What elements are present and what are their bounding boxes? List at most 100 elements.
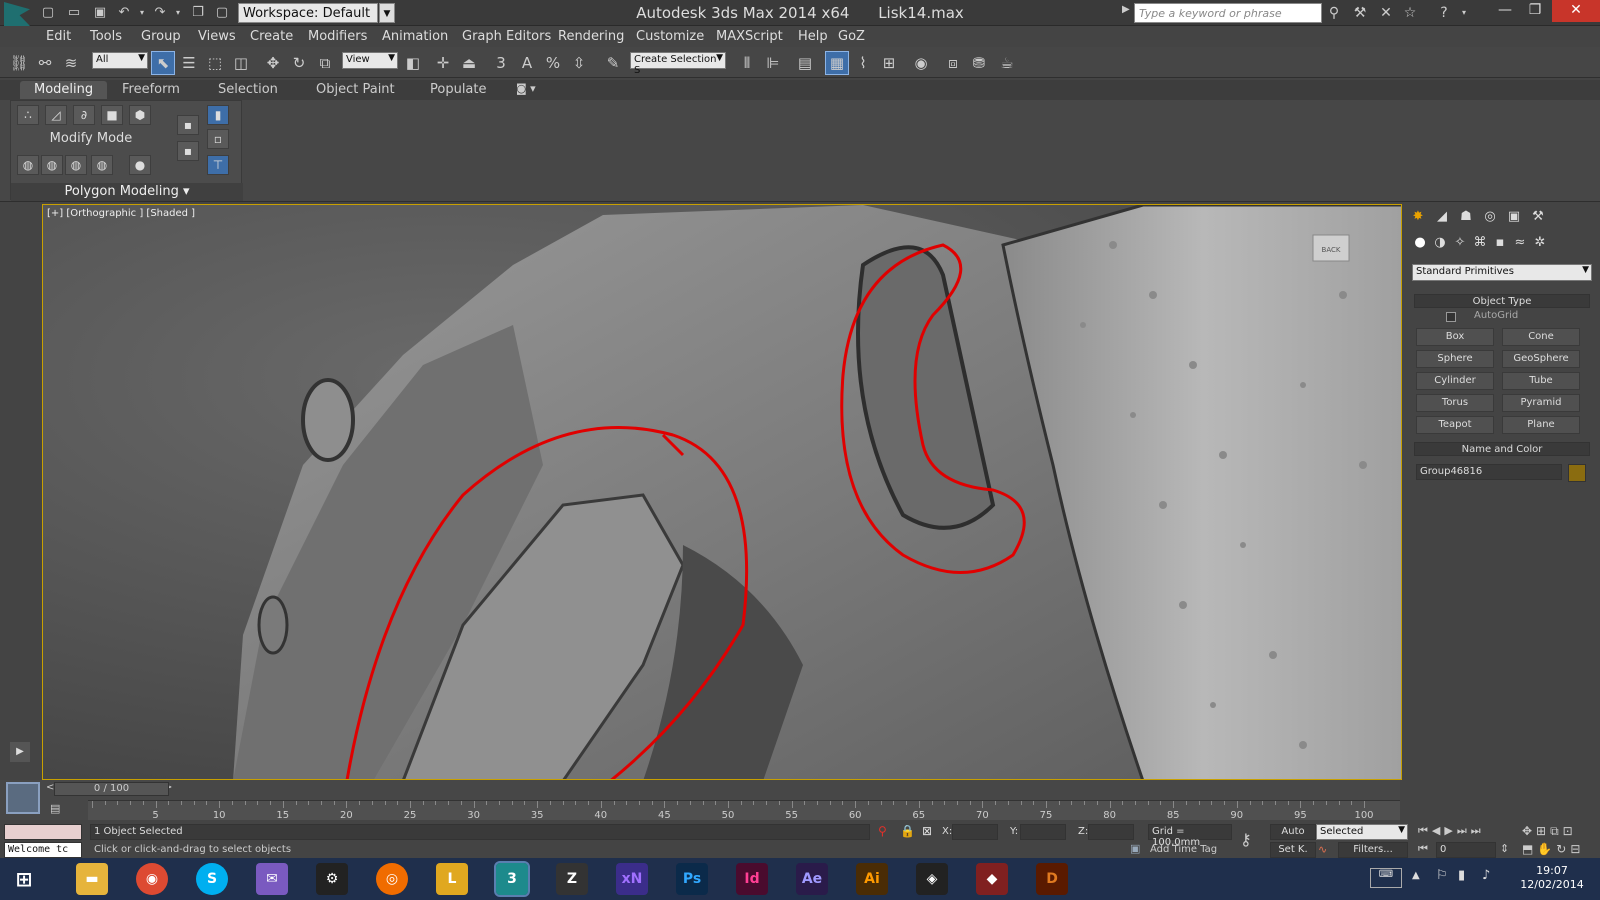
search-expand-icon[interactable]: ▶ xyxy=(1122,4,1134,22)
goto-start-icon[interactable]: ⏮ xyxy=(1418,842,1428,856)
menu-modifiers[interactable]: Modifiers xyxy=(302,29,373,44)
time-slider[interactable]: 0 / 100 xyxy=(54,782,169,796)
windows-start-icon[interactable]: ⊞ xyxy=(8,863,40,895)
modify-stack-down-icon[interactable]: ▪ xyxy=(177,141,199,161)
frame-ruler[interactable]: 5 10 15 20 25 30 35 40 45 50 55 60 65 70 75 80 85 90 95 100 xyxy=(88,800,1400,821)
key-tools-icon[interactable]: ⚒ xyxy=(1350,4,1370,22)
menu-group[interactable]: Group xyxy=(135,29,187,44)
menu-help[interactable]: Help xyxy=(792,29,834,44)
object-color-swatch[interactable] xyxy=(1568,464,1586,482)
maxscript-listener-input[interactable]: Welcome tc xyxy=(4,842,82,858)
cylinder-button[interactable]: Cylinder xyxy=(1416,372,1494,390)
box-button[interactable]: Box xyxy=(1416,328,1494,346)
origin-icon[interactable]: ◎ xyxy=(376,863,408,895)
x-coord-input[interactable] xyxy=(952,824,998,840)
tab-object-paint[interactable]: Object Paint xyxy=(302,82,409,97)
collapse-icon[interactable]: ● xyxy=(129,155,151,175)
game-icon[interactable]: ◆ xyxy=(976,863,1008,895)
repeat-last-icon[interactable]: ◍ xyxy=(65,155,87,175)
viewport-nav-bottom[interactable]: ⬒✋↻⊟ xyxy=(1522,842,1584,856)
rect-selection-icon[interactable]: ⬚ xyxy=(204,52,226,74)
save-file-icon[interactable]: ▣ xyxy=(92,5,108,21)
minimize-button[interactable]: — xyxy=(1490,0,1520,22)
help-dropdown-icon[interactable]: ▾ xyxy=(1454,4,1474,22)
viewcube[interactable]: BACK xyxy=(1312,234,1350,262)
edit-named-sets-icon[interactable]: ✎ xyxy=(602,52,624,74)
polygon-modeling-group[interactable]: Polygon Modeling ▾ xyxy=(11,183,243,201)
menu-goz[interactable]: GoZ xyxy=(832,29,871,44)
close-button[interactable]: ✕ xyxy=(1552,0,1600,22)
time-tag-icon[interactable]: ▣ xyxy=(1130,842,1140,855)
named-selection-dropdown[interactable]: Create Selection S ▼ xyxy=(630,52,726,76)
create-tab-icon[interactable]: ✸ xyxy=(1408,208,1428,226)
align-icon[interactable]: ⊫ xyxy=(762,52,784,74)
absolute-mode-icon[interactable]: ⊠ xyxy=(922,824,932,838)
vertex-mode-icon[interactable]: ∴ xyxy=(17,105,39,125)
diablo-icon[interactable]: D xyxy=(1036,863,1068,895)
window-crossing-icon[interactable]: ◫ xyxy=(230,52,252,74)
rotate-icon[interactable]: ↻ xyxy=(288,52,310,74)
ribbon-options-icon[interactable]: ◙ ▾ xyxy=(516,82,536,95)
menu-views[interactable]: Views xyxy=(192,29,242,44)
undo-icon[interactable]: ↶ xyxy=(116,5,132,21)
help-icon[interactable]: ? xyxy=(1434,4,1454,22)
file-explorer-icon[interactable]: ▬ xyxy=(76,863,108,895)
show-end-result-icon[interactable]: ▮ xyxy=(207,105,229,125)
border-mode-icon[interactable]: ∂ xyxy=(73,105,95,125)
auto-key-button[interactable]: Auto xyxy=(1270,824,1316,840)
new-file-icon[interactable]: ▢ xyxy=(40,5,56,21)
angle-snap-icon[interactable]: A xyxy=(516,52,538,74)
geosphere-button[interactable]: GeoSphere xyxy=(1502,350,1580,368)
playback-controls[interactable]: ⏮◀▶⏭⏭ xyxy=(1418,824,1485,838)
menu-maxscript[interactable]: MAXScript xyxy=(710,29,789,44)
lights-icon[interactable]: ✧ xyxy=(1450,234,1470,252)
key-filters-icon[interactable]: ∿ xyxy=(1318,843,1327,856)
select-by-name-icon[interactable]: ☰ xyxy=(178,52,200,74)
skype-icon[interactable]: S xyxy=(196,863,228,895)
curve-toggle-icon[interactable]: ▤ xyxy=(50,802,66,818)
tab-modeling[interactable]: Modeling xyxy=(20,81,108,99)
key-mode-dropdown[interactable]: Selected ▼ xyxy=(1316,824,1408,840)
select-object-icon[interactable]: ⬉ xyxy=(151,51,175,75)
link-icon[interactable]: ⛓ xyxy=(8,52,30,74)
curve-editor-icon[interactable]: ⌇ xyxy=(852,52,874,74)
redo-icon[interactable]: ↷ xyxy=(152,5,168,21)
z-coord-input[interactable] xyxy=(1088,824,1134,840)
autogrid-checkbox[interactable] xyxy=(1446,312,1456,322)
3dsmax-task-icon[interactable]: 3 xyxy=(494,861,530,897)
illustrator-icon[interactable]: Ai xyxy=(856,863,888,895)
quick-slice-icon[interactable]: ◍ xyxy=(91,155,113,175)
pyramid-button[interactable]: Pyramid xyxy=(1502,394,1580,412)
object-type-rollout[interactable]: Object Type xyxy=(1414,294,1590,308)
manipulate-icon[interactable]: ✛ xyxy=(432,52,454,74)
hierarchy-tab-icon[interactable]: ☗ xyxy=(1456,208,1476,226)
geometry-icon[interactable]: ● xyxy=(1410,234,1430,252)
scene-explorer-icon[interactable]: ▦ xyxy=(825,51,849,75)
binoculars-icon[interactable]: ⚲ xyxy=(1324,4,1344,22)
current-frame-input[interactable]: 0 xyxy=(1436,842,1496,858)
element-mode-icon[interactable]: ⬢ xyxy=(129,105,151,125)
after-effects-icon[interactable]: Ae xyxy=(796,863,828,895)
lock-icon[interactable]: 🔒 xyxy=(900,824,915,838)
3dsmax-logo-icon[interactable] xyxy=(4,2,30,26)
layer-manager-icon[interactable]: ▤ xyxy=(794,52,816,74)
tab-populate[interactable]: Populate xyxy=(416,82,501,97)
action-center-flag-icon[interactable]: ⚐ xyxy=(1436,868,1448,883)
teapot-button[interactable]: Teapot xyxy=(1416,416,1494,434)
workspace-dropdown[interactable]: Workspace: Default ▼ xyxy=(238,3,395,23)
window-icon[interactable]: ▢ xyxy=(214,5,230,21)
menu-edit[interactable]: Edit xyxy=(40,29,77,44)
object-name-input[interactable]: Group46816 xyxy=(1416,464,1562,480)
tray-chevron-icon[interactable]: ▲ xyxy=(1412,870,1420,881)
motion-tab-icon[interactable]: ◎ xyxy=(1480,208,1500,226)
communication-icon[interactable]: ✕ xyxy=(1376,4,1396,22)
unlink-icon[interactable]: ⚯ xyxy=(34,52,56,74)
snaps-toggle-icon[interactable]: 3 xyxy=(490,52,512,74)
chevron-down-icon[interactable]: ▼ xyxy=(379,3,395,23)
key-filters-button[interactable]: Filters... xyxy=(1338,842,1408,858)
move-icon[interactable]: ✥ xyxy=(262,52,284,74)
viewport-label[interactable]: [+] [Orthographic ] [Shaded ] xyxy=(47,208,195,219)
volume-icon[interactable]: ♪ xyxy=(1482,868,1490,883)
favorites-star-icon[interactable]: ☆ xyxy=(1400,4,1420,22)
name-color-rollout[interactable]: Name and Color xyxy=(1414,442,1590,456)
